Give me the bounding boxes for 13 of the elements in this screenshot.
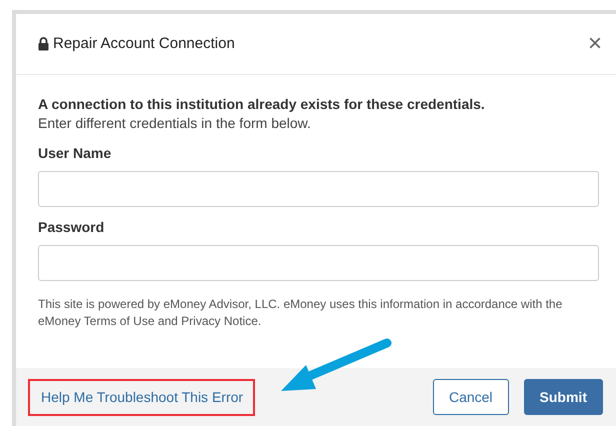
message-text: Enter different credentials in the form below.: [38, 114, 312, 133]
submit-button[interactable]: Submit: [524, 379, 603, 415]
input-field[interactable]: [38, 171, 599, 207]
field-label: User Name: [38, 145, 112, 162]
lock-icon: [38, 37, 49, 51]
dialog-title: Repair Account Connection: [53, 34, 235, 54]
help-link[interactable]: Help Me Troubleshoot This Error: [41, 386, 244, 408]
field-label: Password: [38, 219, 106, 236]
input-field[interactable]: [38, 245, 599, 281]
close-button[interactable]: ×: [588, 32, 602, 56]
cancel-button[interactable]: Cancel: [432, 379, 509, 415]
message-heading: A connection to this institution already exists for these credentials.: [38, 95, 486, 114]
disclaimer-text: This site is powered by eMoney Advisor, LLC. eMoney uses this information in accordance with the eMoney Terms of Use and Privacy Notice.: [38, 296, 564, 330]
